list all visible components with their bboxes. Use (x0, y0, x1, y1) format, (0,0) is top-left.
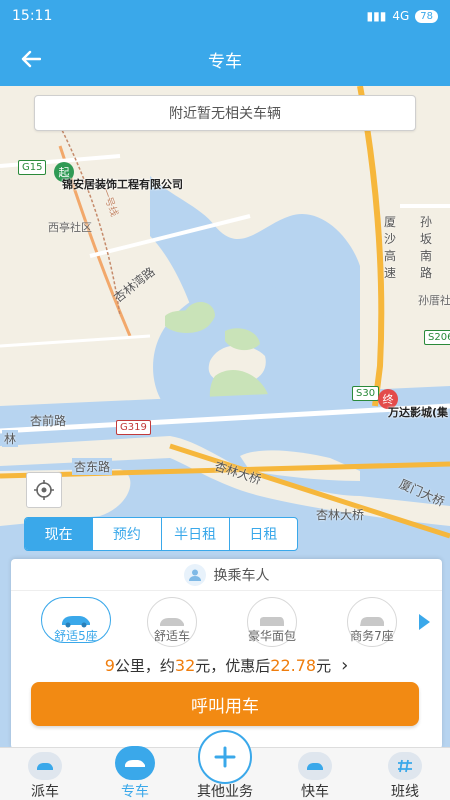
tab-label: 其他业务 (197, 784, 253, 800)
battery-icon: 78 (415, 9, 438, 23)
nav-bar: 专车 (0, 32, 450, 86)
price-amount: 32 (174, 655, 196, 675)
express-car-icon (298, 752, 332, 780)
car-type-comfort[interactable]: 舒适车 (127, 597, 217, 647)
nearby-notice: 附近暂无相关车辆 (34, 95, 416, 131)
tab-premium[interactable]: 专车 (90, 746, 180, 800)
route-icon (388, 752, 422, 780)
tab-label: 专车 (121, 784, 149, 800)
plus-icon (198, 730, 252, 784)
locate-button[interactable] (26, 472, 62, 508)
tab-route[interactable]: 班线 (360, 748, 450, 800)
mode-now[interactable]: 现在 (25, 518, 94, 550)
road-shield-g15: G15 (18, 160, 47, 175)
call-car-button[interactable]: 呼叫用车 (31, 682, 419, 726)
map-label-xiasha: 厦沙高速 (384, 215, 397, 280)
car-type-label: 豪华面包 (247, 629, 296, 643)
tab-dispatch[interactable]: 派车 (0, 748, 90, 800)
dispatch-car-icon (28, 752, 62, 780)
tab-label: 派车 (31, 784, 59, 800)
car-type-luxury-van[interactable]: 豪华面包 (227, 597, 317, 647)
premium-car-icon (115, 746, 155, 780)
car-type-label: 商务7座 (350, 629, 394, 643)
tab-label: 快车 (301, 784, 329, 800)
start-poi-label: 锦安居装饰工程有限公司 (62, 178, 183, 191)
price-text-3: 元 (316, 656, 332, 675)
back-button[interactable] (16, 44, 46, 74)
car-type-list: 舒适5座 舒适车 豪华面包 商务7座 (11, 597, 442, 655)
locate-icon (34, 480, 54, 500)
map-label-xiting: 西亭社区 (48, 221, 92, 234)
car-type-label: 舒适5座 (54, 629, 98, 643)
car-type-label: 舒适车 (153, 629, 190, 643)
mode-reserve[interactable]: 预约 (93, 518, 162, 550)
status-bar: 15:11 ▮▮▮ 4G 78 (0, 0, 450, 32)
chevron-right-icon: › (341, 654, 349, 676)
price-distance: 9 (104, 655, 115, 675)
price-text-2: 元，优惠后 (195, 656, 271, 675)
map-label-xingqian: 杏前路 (30, 414, 67, 428)
road-shield-s206: S206 (424, 330, 450, 345)
tab-other-services[interactable]: 其他业务 (180, 730, 270, 800)
map-label-xinglin-bridge-2: 杏林大桥 (316, 508, 365, 522)
map-label-xingdong: 杏东路 (72, 458, 113, 475)
page-title: 专车 (208, 51, 242, 72)
map-label-sunban: 孙坂南路 (420, 215, 433, 280)
booking-panel: 换乘车人 舒适5座 舒适车 豪华面包 商务7座 9 公里，约 32 元，优惠后 … (11, 559, 442, 749)
mode-full-day[interactable]: 日租 (230, 518, 297, 550)
change-passenger-label: 换乘车人 (213, 567, 270, 584)
change-passenger-button[interactable]: 换乘车人 (11, 559, 442, 591)
tab-label: 班线 (391, 784, 419, 800)
person-icon (183, 563, 206, 586)
road-shield-g319: G319 (116, 420, 151, 435)
back-arrow-icon (21, 50, 41, 68)
price-text-1: 公里，约 (114, 656, 175, 675)
map-label-sunqu: 孙厝社 (418, 294, 450, 307)
road-shield-s30: S30 (352, 386, 380, 401)
bottom-tab-bar: 派车 专车 其他业务 快车 班线 (0, 730, 450, 800)
car-list-next-arrow-icon[interactable] (419, 614, 430, 630)
mode-half-day[interactable]: 半日租 (162, 518, 230, 550)
network-label: 4G (392, 9, 410, 23)
ride-mode-tabs: 现在 预约 半日租 日租 (24, 517, 298, 551)
status-time: 15:11 (12, 8, 53, 24)
signal-icon: ▮▮▮ (366, 9, 387, 23)
end-poi-label: 万达影城(集 (388, 406, 449, 419)
car-type-business-7[interactable]: 商务7座 (327, 597, 417, 647)
price-estimate[interactable]: 9 公里，约 32 元，优惠后 22.78 元 › (11, 653, 442, 677)
map-label-lin: 林 (2, 430, 19, 447)
tab-express[interactable]: 快车 (270, 748, 360, 800)
price-discount: 22.78 (270, 655, 317, 675)
car-type-comfort-5[interactable]: 舒适5座 (31, 597, 121, 643)
